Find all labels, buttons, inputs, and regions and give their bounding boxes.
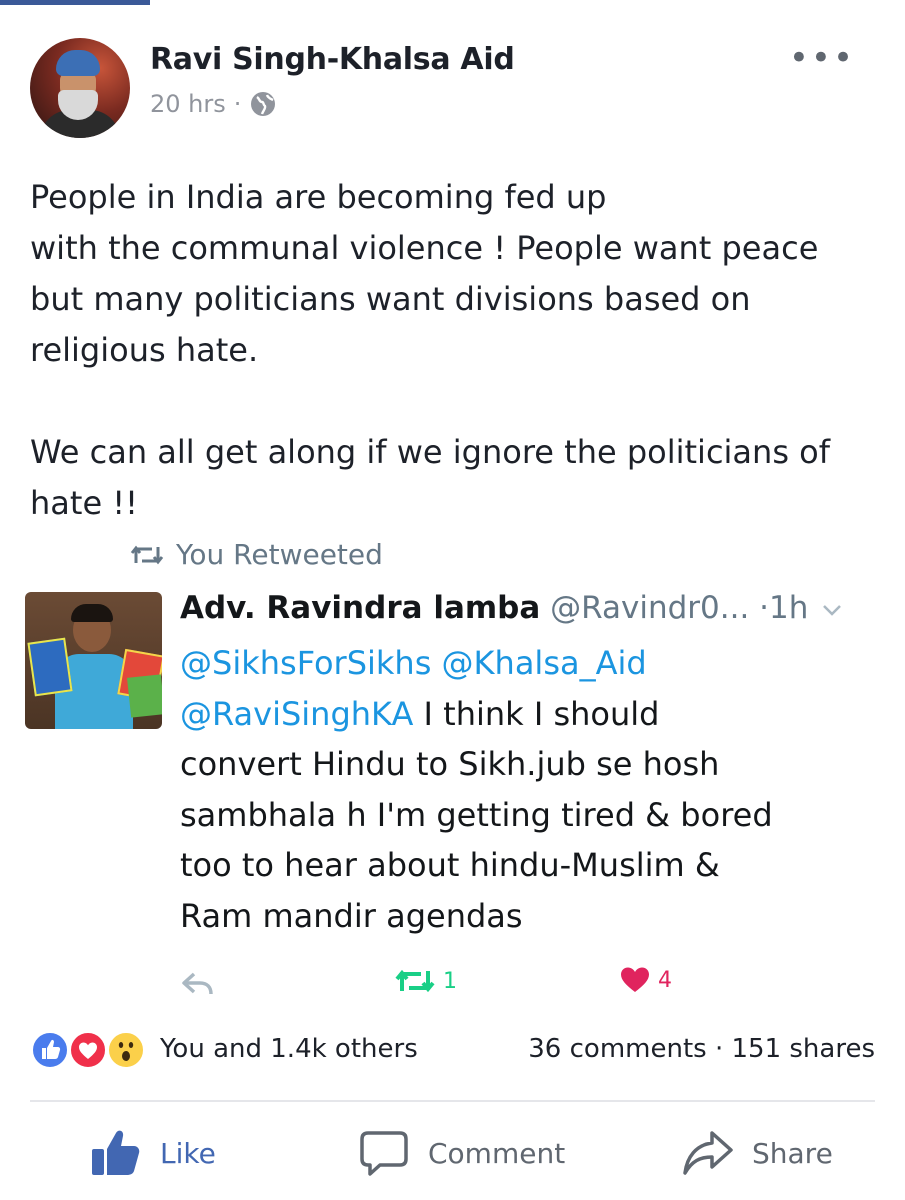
like-button[interactable]: Like (90, 1118, 216, 1188)
share-button-label: Share (752, 1136, 833, 1170)
meta-separator: · (233, 90, 242, 118)
like-reaction-icon (30, 1030, 70, 1070)
tweet-like-button[interactable]: 4 (620, 966, 672, 994)
retweet-small-icon (130, 545, 164, 564)
heart-icon (621, 967, 649, 992)
comment-button-label: Comment (428, 1136, 566, 1170)
more-options-icon[interactable]: ••• (789, 41, 855, 75)
reactions-row: You and 1.4k others 36 comments · 151 sh… (30, 1028, 875, 1074)
post-text-line: We can all get along if we ignore the po… (30, 433, 830, 471)
wow-reaction-icon (106, 1030, 146, 1070)
tweet-author-avatar[interactable] (25, 592, 162, 729)
comments-shares-counts: 36 comments · 151 shares (528, 1034, 875, 1064)
you-retweeted-label: You Retweeted (130, 538, 383, 571)
author-avatar[interactable] (30, 38, 130, 138)
mention-link[interactable]: @RaviSinghKA (180, 695, 413, 733)
reply-icon[interactable] (180, 970, 216, 998)
share-button[interactable]: Share (682, 1118, 833, 1188)
retweet-icon (395, 969, 435, 993)
love-reaction-icon (68, 1030, 108, 1070)
post-text-line: but many politicians want divisions base… (30, 280, 751, 318)
tweet-text-line: too to hear about hindu-Muslim & (180, 846, 720, 884)
tweet-text-line: sambhala h I'm getting tired & bored (180, 795, 773, 834)
comment-button[interactable]: Comment (358, 1118, 565, 1188)
share-icon (683, 1131, 733, 1175)
comment-icon (360, 1131, 408, 1176)
tweet-text-line: I think I should (423, 694, 660, 733)
post-meta: 20 hrs · (150, 90, 277, 118)
post-text: People in India are becoming fed up with… (30, 172, 880, 529)
tweet-header: Adv. Ravindra lamba @Ravindr0... ·1h (180, 590, 880, 634)
post-text-line: People in India are becoming fed up (30, 178, 607, 216)
globe-icon (251, 92, 276, 116)
retweet-count: 1 (443, 968, 457, 994)
thumbs-up-icon (92, 1130, 140, 1175)
top-accent-bar (0, 0, 150, 5)
like-button-label: Like (160, 1136, 216, 1170)
retweet-button[interactable]: 1 (395, 966, 457, 996)
tweet-actions: 1 4 (180, 962, 700, 1002)
mention-link[interactable]: @SikhsForSikhs (180, 644, 431, 682)
post-text-line: religious hate. (30, 331, 259, 369)
shares-count[interactable]: 151 shares (731, 1034, 875, 1064)
tweet-text-line: convert Hindu to Sikh.jub se hosh (180, 745, 720, 783)
reactions-summary[interactable]: You and 1.4k others (160, 1034, 418, 1064)
author-name[interactable]: Ravi Singh-Khalsa Aid (150, 42, 515, 77)
comments-count[interactable]: 36 comments (528, 1034, 706, 1064)
like-count: 4 (658, 967, 672, 993)
tweet-text: @SikhsForSikhs @Khalsa_Aid @RaviSinghKA … (180, 638, 880, 941)
chevron-down-icon[interactable] (822, 603, 842, 617)
mention-link[interactable]: @Khalsa_Aid (442, 644, 647, 682)
tweet-author-handle[interactable]: @Ravindr0... (550, 590, 749, 626)
post-action-bar: Like Comment Share (0, 1118, 905, 1188)
post-header: Ravi Singh-Khalsa Aid 20 hrs · ••• (30, 38, 875, 138)
tweet-author-name[interactable]: Adv. Ravindra lamba (180, 590, 540, 626)
post-time[interactable]: 20 hrs (150, 90, 226, 118)
tweet-text-line: Ram mandir agendas (180, 896, 523, 935)
tweet-time: ·1h (759, 590, 809, 626)
counts-separator: · (714, 1034, 724, 1064)
post-text-line: hate !! (30, 484, 138, 522)
reaction-icons[interactable] (30, 1030, 160, 1074)
retweet-label-text: You Retweeted (176, 538, 383, 571)
post-text-line: with the communal violence ! People want… (30, 229, 819, 267)
divider (30, 1100, 875, 1102)
